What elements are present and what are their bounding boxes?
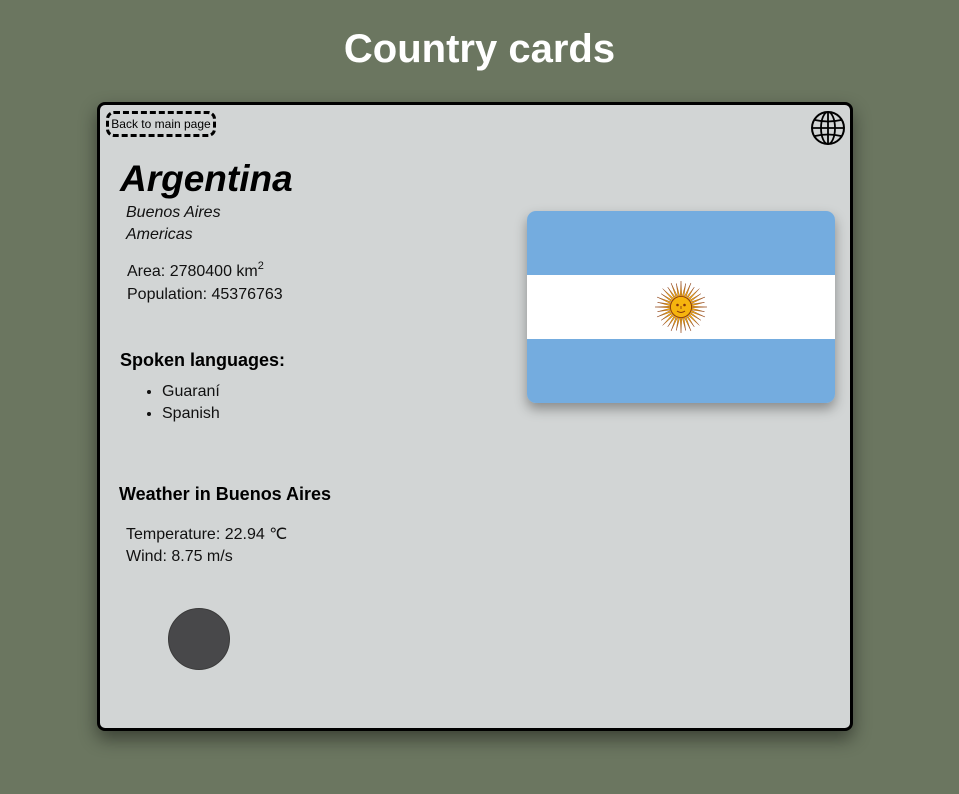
weather-icon <box>168 608 230 670</box>
temperature-text: Temperature: 22.94 ℃ <box>126 526 288 543</box>
population-text: Population: 45376763 <box>127 286 283 303</box>
country-name: Argentina <box>120 158 293 199</box>
weather-heading: Weather in Buenos Aires <box>119 484 332 504</box>
area-text: Area: 2780400 km2 <box>127 261 264 283</box>
sun-of-may-icon <box>654 280 708 334</box>
area-label: Area: 2780400 km <box>127 263 258 280</box>
region-text: Americas <box>126 226 193 243</box>
page-title: Country cards <box>343 27 616 71</box>
country-card: Back to main page Argentina Buenos Aires… <box>97 102 853 731</box>
argentina-flag <box>527 211 835 403</box>
capital-text: Buenos Aires <box>126 204 221 221</box>
language-item: Spanish <box>162 403 220 425</box>
back-to-main-button[interactable]: Back to main page <box>106 111 216 137</box>
language-item: Guaraní <box>162 381 220 403</box>
globe-icon[interactable] <box>810 110 846 146</box>
wind-text: Wind: 8.75 m/s <box>126 548 233 565</box>
languages-heading: Spoken languages: <box>120 350 286 370</box>
area-unit-superscript: 2 <box>257 260 264 272</box>
languages-list: Guaraní Spanish <box>142 381 220 425</box>
